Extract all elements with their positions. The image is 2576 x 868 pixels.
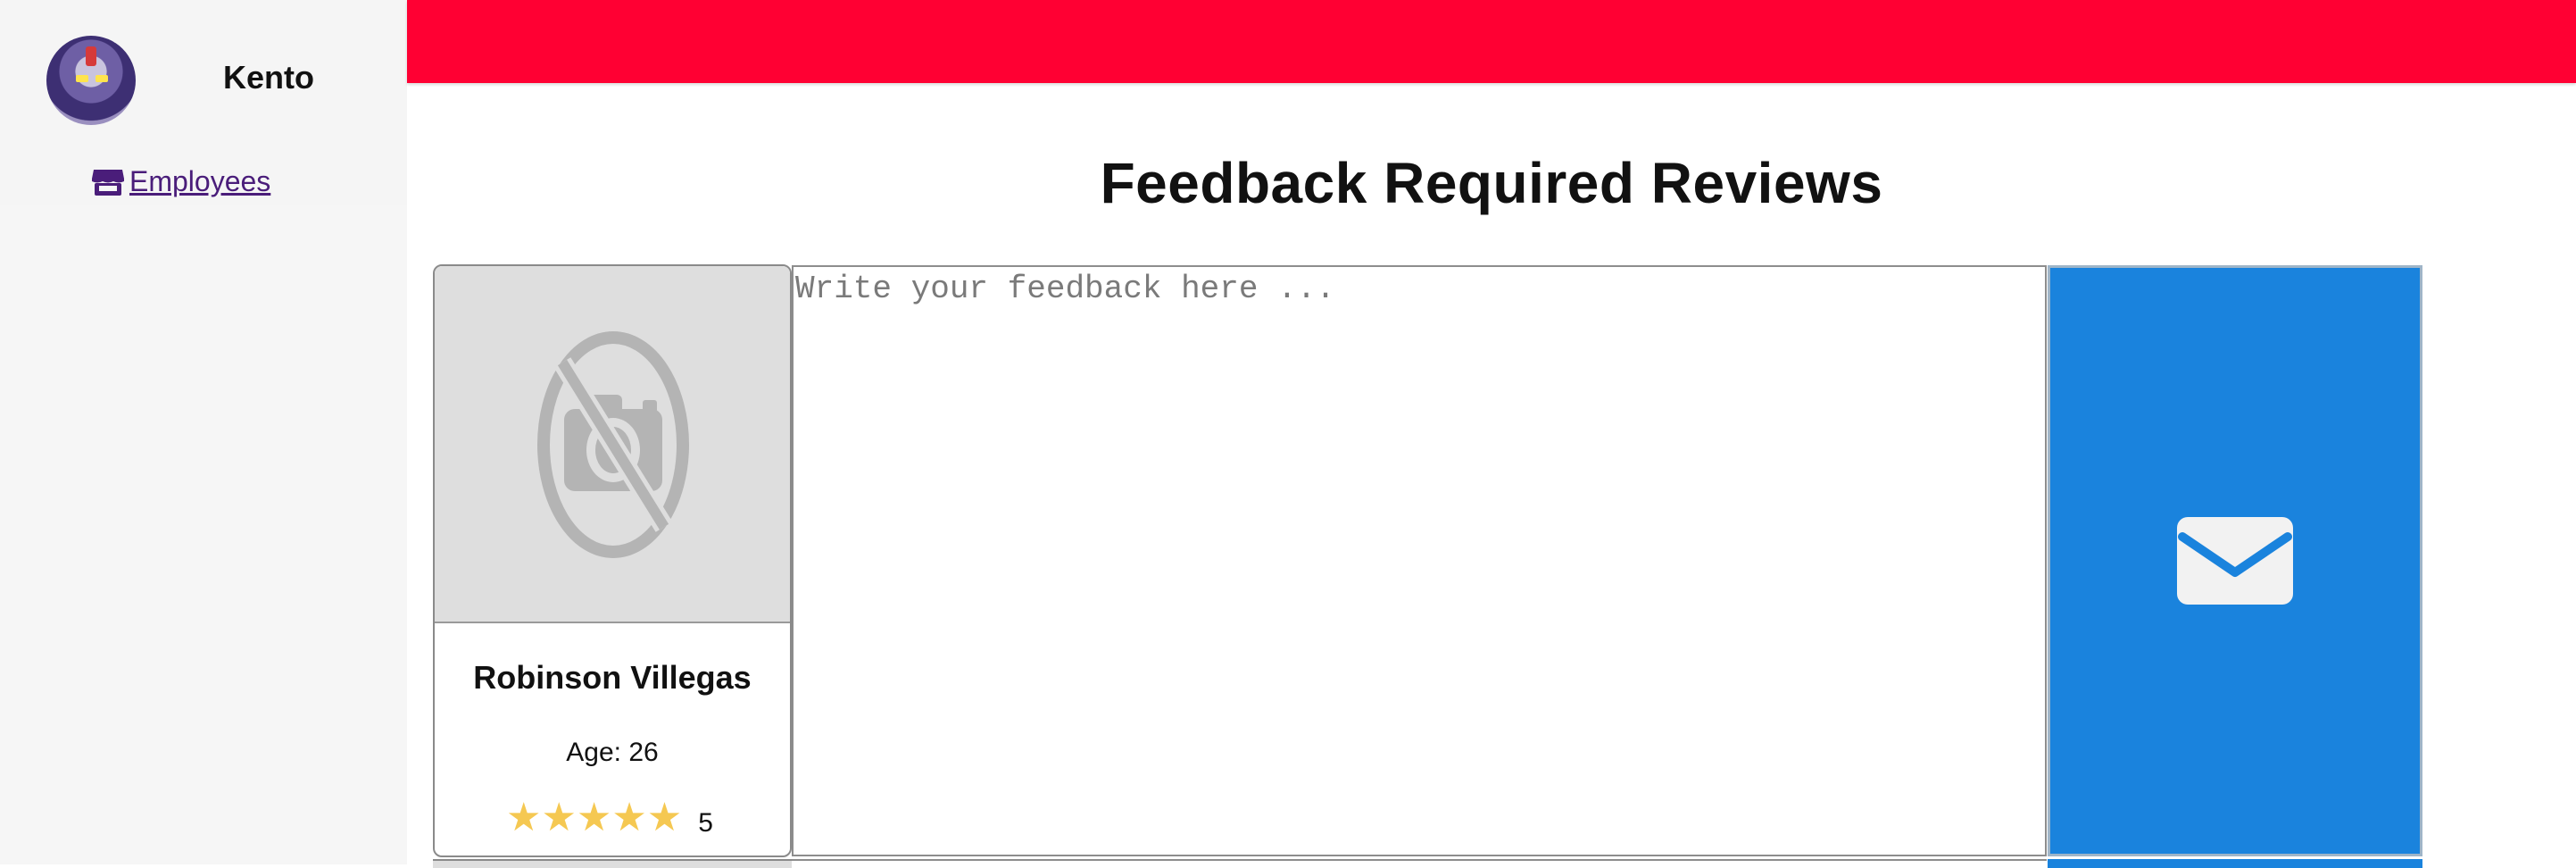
envelope-icon <box>2177 517 2293 605</box>
rating-value: 5 <box>698 808 713 838</box>
username: Kento <box>223 59 314 96</box>
sidebar: Kento Employees <box>0 0 407 864</box>
feedback-textarea[interactable] <box>792 265 2047 856</box>
no-photo-icon <box>537 331 689 558</box>
sidebar-item-label: Employees <box>129 165 271 197</box>
next-employee-card <box>433 859 792 868</box>
employee-rating: ★★★★★ 5 <box>506 796 713 839</box>
employee-photo <box>435 266 790 623</box>
avatar[interactable] <box>46 36 136 125</box>
send-feedback-button[interactable] <box>2048 265 2422 856</box>
store-icon <box>92 169 124 196</box>
employee-name: Robinson Villegas <box>473 659 752 696</box>
top-bar <box>407 0 2576 83</box>
star-rating-icons: ★★★★★ <box>506 796 683 839</box>
next-send-feedback-button[interactable] <box>2048 859 2422 868</box>
next-feedback-textarea[interactable] <box>792 859 2047 868</box>
employee-card: Robinson Villegas Age: 26 ★★★★★ 5 <box>433 264 792 857</box>
avatar-eye-right <box>96 75 108 82</box>
avatar-eye-left <box>76 75 88 82</box>
employee-age: Age: 26 <box>566 738 659 767</box>
sidebar-item-employees[interactable]: Employees <box>92 165 270 198</box>
avatar-crest <box>86 46 96 66</box>
page-title: Feedback Required Reviews <box>1100 151 1883 215</box>
